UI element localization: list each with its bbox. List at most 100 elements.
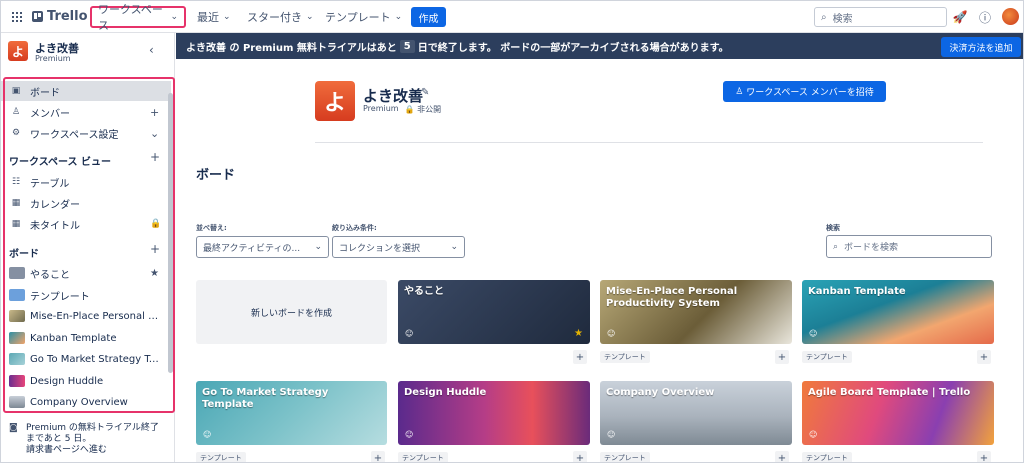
- invite-label: ワークスペース メンバーを招待: [746, 88, 874, 98]
- global-search-input[interactable]: ⌕ 検索: [814, 7, 947, 27]
- workspace-icon: ☺: [607, 329, 616, 338]
- sort-label: 並べ替え:: [196, 224, 227, 232]
- filter-select[interactable]: コレクションを選択 ⌄: [332, 236, 465, 258]
- board-card-title: Go To Market Strategy Template: [202, 387, 329, 410]
- workspace-plan: Premium: [35, 54, 71, 63]
- workspaces-label: ワークスペース: [98, 3, 163, 32]
- app-switcher-icon[interactable]: [12, 12, 22, 22]
- chevron-down-icon: ⌄: [223, 12, 231, 22]
- avatar[interactable]: [1002, 8, 1019, 25]
- notifications-icon[interactable]: 🚀: [952, 9, 968, 25]
- template-badge: テンプレート: [600, 452, 650, 462]
- chevron-down-icon: ⌄: [306, 12, 314, 22]
- starred-label: スター付き: [247, 11, 302, 24]
- add-icon[interactable]: +: [977, 451, 991, 462]
- board-card[interactable]: Agile Board Template | Trello ☺: [802, 381, 994, 445]
- chevron-down-icon: ⌄: [170, 12, 178, 22]
- workspace-icon: ☺: [203, 430, 212, 439]
- billing-link[interactable]: 請求書ページへ進む: [26, 445, 176, 456]
- premium-icon: ◙: [9, 423, 18, 433]
- board-card[interactable]: Mise-En-Place Personal Productivity Syst…: [600, 280, 792, 344]
- top-navbar: Trello ワークスペース ⌄ 最近 ⌄ スター付き ⌄ テンプレート ⌄ 作成 ⌕ 検…: [1, 1, 1023, 33]
- visibility-label: 非公開: [417, 105, 442, 114]
- workspace-icon: ☺: [405, 430, 414, 439]
- workspace-icon: ☺: [607, 430, 616, 439]
- board-card[interactable]: Company Overview ☺: [600, 381, 792, 445]
- banner-text: 日で終了します。 ボードの一部がアーカイブされる場合があります。: [417, 42, 729, 54]
- highlight-box: [3, 77, 175, 413]
- board-card[interactable]: Kanban Template ☺: [802, 280, 994, 344]
- board-card-title: Agile Board Template | Trello: [808, 387, 971, 398]
- sort-select[interactable]: 最終アクティビティの... ⌄: [196, 236, 329, 258]
- workspace-logo: よ: [8, 41, 28, 61]
- search-icon: ⌕: [833, 241, 839, 252]
- workspaces-menu-button[interactable]: ワークスペース ⌄: [90, 3, 186, 32]
- starred-menu-button[interactable]: スター付き ⌄: [241, 6, 320, 28]
- premium-note-line: Premium の無料トライアル終了: [26, 423, 159, 433]
- visibility: 🔒 非公開: [405, 104, 442, 115]
- search-label: 検索: [826, 224, 840, 232]
- add-icon[interactable]: +: [775, 451, 789, 462]
- edit-icon[interactable]: ✎: [421, 87, 429, 98]
- invite-members-button[interactable]: ♙ ワークスペース メンバーを招待: [723, 81, 886, 102]
- logo-text: Trello: [47, 9, 88, 24]
- workspace-icon: ☺: [809, 329, 818, 338]
- workspace-logo-large: よ: [315, 81, 355, 121]
- sidebar: よ よき改善 Premium ‹ ▣ ボード ♙ メンバー + ⚙ ワークスペース設定 ⌄…: [1, 33, 176, 462]
- template-badge: テンプレート: [196, 452, 246, 462]
- collapse-sidebar-icon[interactable]: ‹: [149, 43, 154, 57]
- board-card[interactable]: Go To Market Strategy Template ☺: [196, 381, 387, 445]
- board-card-title: Design Huddle: [404, 387, 487, 398]
- workspace-icon: ☺: [809, 430, 818, 439]
- recent-menu-button[interactable]: 最近 ⌄: [191, 6, 237, 28]
- trial-banner: よき改善 の Premium 無料トライアルはあと 5 日で終了します。 ボード…: [176, 33, 1023, 59]
- lock-icon: 🔒: [404, 105, 415, 114]
- template-badge: テンプレート: [802, 452, 852, 462]
- filter-label: 絞り込み条件:: [332, 224, 377, 232]
- create-board-tile[interactable]: 新しいボードを作成: [196, 280, 387, 344]
- add-icon[interactable]: +: [977, 350, 991, 364]
- add-icon[interactable]: +: [573, 350, 587, 364]
- sort-value: 最終アクティビティの...: [203, 243, 301, 254]
- trello-logo[interactable]: Trello: [32, 9, 88, 24]
- add-icon[interactable]: +: [573, 451, 587, 462]
- recent-label: 最近: [197, 11, 219, 24]
- board-card-title: やること: [404, 286, 444, 297]
- board-card-title: Company Overview: [606, 387, 715, 398]
- templates-label: テンプレート: [325, 11, 391, 24]
- board-search-placeholder: ボードを検索: [844, 243, 899, 253]
- create-button[interactable]: 作成: [411, 7, 446, 27]
- workspace-icon: ☺: [405, 329, 414, 338]
- search-placeholder: 検索: [832, 13, 853, 25]
- person-icon: ♙: [735, 86, 744, 97]
- board-search-input[interactable]: ⌕ ボードを検索: [826, 235, 992, 258]
- templates-menu-button[interactable]: テンプレート ⌄: [319, 6, 408, 28]
- board-card[interactable]: やること ☺ ★: [398, 280, 590, 344]
- chevron-down-icon: ⌄: [450, 242, 458, 252]
- template-badge: テンプレート: [802, 351, 852, 363]
- search-icon: ⌕: [821, 11, 827, 23]
- boards-section-title: ボード: [196, 168, 236, 183]
- main-content: よ よき改善 ✎ Premium 🔒 非公開 ♙ ワークスペース メンバーを招待 …: [176, 59, 1023, 462]
- star-icon[interactable]: ★: [574, 328, 583, 339]
- trello-logo-icon: [32, 11, 43, 22]
- days-badge: 5: [399, 39, 415, 53]
- board-card-title: Mise-En-Place Personal Productivity Syst…: [606, 286, 738, 309]
- workspace-meta: Premium 🔒 非公開: [363, 104, 441, 115]
- app-window: Trello ワークスペース ⌄ 最近 ⌄ スター付き ⌄ テンプレート ⌄ 作成 ⌕ 検…: [0, 0, 1024, 463]
- add-icon[interactable]: +: [775, 350, 789, 364]
- board-card[interactable]: Design Huddle ☺: [398, 381, 590, 445]
- divider: [315, 142, 983, 143]
- add-icon[interactable]: +: [371, 451, 385, 462]
- filter-value: コレクションを選択: [339, 243, 421, 254]
- workspace-header: よ よき改善 Premium ‹: [1, 33, 175, 71]
- plan-label: Premium: [363, 104, 399, 113]
- help-icon[interactable]: ⓘ: [977, 9, 993, 25]
- chevron-down-icon: ⌄: [314, 242, 322, 252]
- template-badge: テンプレート: [398, 452, 448, 462]
- template-badge: テンプレート: [600, 351, 650, 363]
- chevron-down-icon: ⌄: [394, 12, 403, 22]
- banner-text: よき改善 の Premium 無料トライアルはあと: [186, 42, 397, 54]
- add-payment-button[interactable]: 決済方法を追加: [941, 37, 1021, 57]
- board-card-title: Kanban Template: [808, 286, 906, 297]
